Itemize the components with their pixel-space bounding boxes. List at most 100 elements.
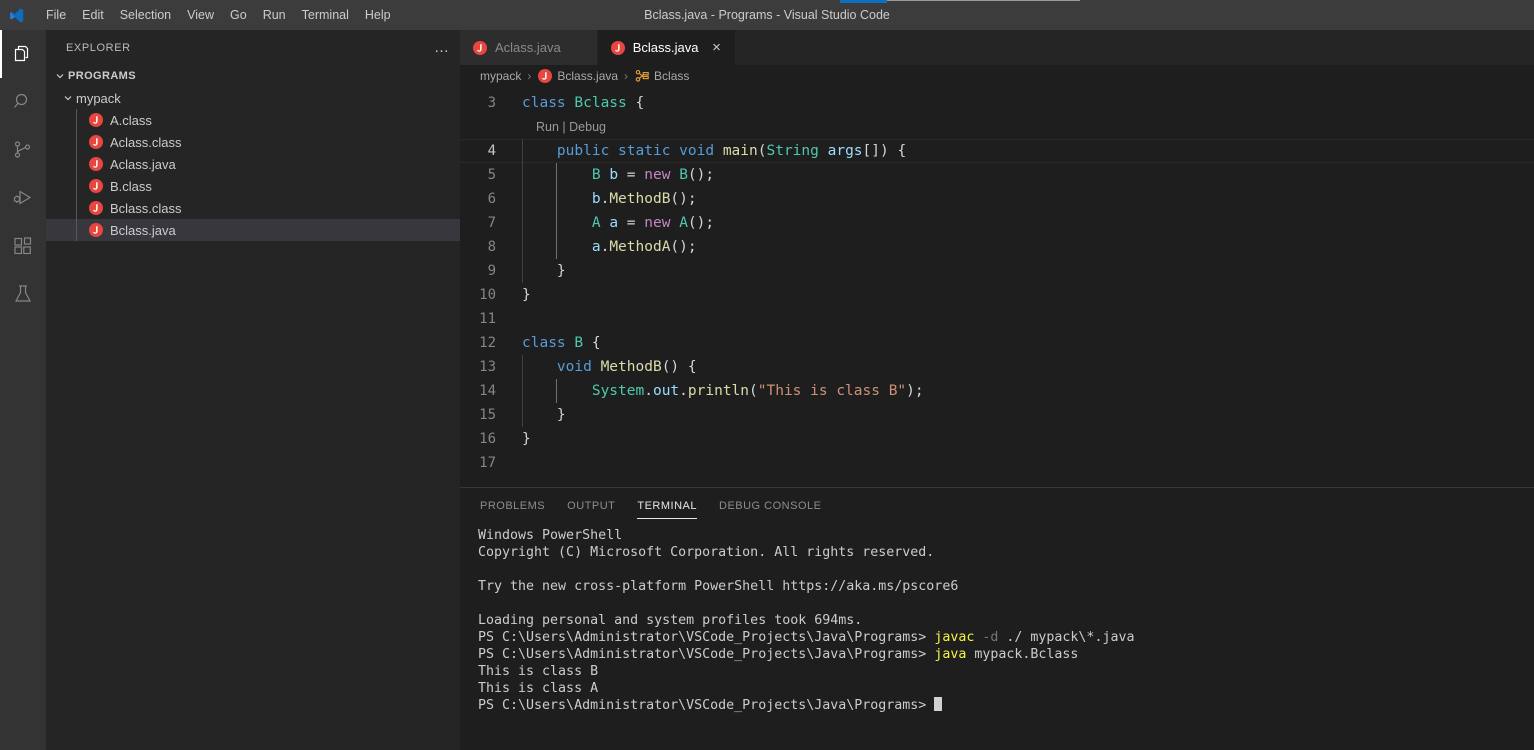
- code-line[interactable]: 5 B b = new B();: [460, 163, 1534, 187]
- activity-extensions[interactable]: [0, 222, 46, 270]
- tab-problems[interactable]: PROBLEMS: [480, 488, 545, 523]
- terminal-line: This is class A: [478, 680, 1534, 697]
- line-number: 13: [479, 359, 496, 375]
- codelens-run-debug: Run | Debug: [460, 115, 1534, 139]
- breadcrumb-item-bclass-java[interactable]: Bclass.java: [537, 68, 618, 84]
- code-token: void: [679, 143, 715, 159]
- code-line[interactable]: 9 }: [460, 259, 1534, 283]
- line-number: 9: [487, 263, 496, 279]
- code-line[interactable]: 12 class B {: [460, 331, 1534, 355]
- code-line[interactable]: 8 a.MethodA();: [460, 235, 1534, 259]
- code-line[interactable]: 3 class Bclass {: [460, 91, 1534, 115]
- explorer-title: EXPLORER: [66, 41, 131, 54]
- code-line[interactable]: 6 b.MethodB();: [460, 187, 1534, 211]
- code-line-text: System.out.println("This is class B");: [522, 379, 1534, 403]
- file-tree: PROGRAMS mypack A.class Aclass.class Acl…: [46, 65, 460, 241]
- code-token: args: [827, 143, 863, 159]
- menu-item-selection[interactable]: Selection: [112, 0, 179, 30]
- menu-item-terminal[interactable]: Terminal: [294, 0, 357, 30]
- menu-item-go[interactable]: Go: [222, 0, 255, 30]
- tab-label: Aclass.java: [495, 40, 561, 55]
- tree-root-programs[interactable]: PROGRAMS: [46, 65, 460, 87]
- breadcrumb-label: Bclass.java: [557, 69, 619, 83]
- breadcrumb-label: mypack: [480, 69, 522, 83]
- code-line-text: A a = new A();: [522, 211, 1534, 235]
- tab-bclass-java[interactable]: Bclass.java ×: [597, 30, 736, 65]
- tree-file-bclass-java[interactable]: Bclass.java: [46, 219, 460, 241]
- tab-output[interactable]: OUTPUT: [567, 488, 615, 523]
- more-actions-icon[interactable]: …: [434, 40, 450, 55]
- source-control-icon: [11, 138, 35, 162]
- code-token: ();: [687, 167, 715, 183]
- code-token: MethodB: [600, 359, 662, 375]
- indent-guide: [522, 355, 523, 379]
- code-token: B: [574, 335, 584, 351]
- code-token: ();: [670, 239, 697, 255]
- tab-debug-console[interactable]: DEBUG CONSOLE: [719, 488, 821, 523]
- tree-file-label: Aclass.class: [110, 134, 182, 150]
- code-token: main: [722, 143, 758, 159]
- terminal-text: javac: [934, 630, 975, 645]
- code-line[interactable]: 16}: [460, 427, 1534, 451]
- tree-file-a-class[interactable]: A.class: [46, 109, 460, 131]
- tree-file-b-class[interactable]: B.class: [46, 175, 460, 197]
- code-line[interactable]: 10}: [460, 283, 1534, 307]
- java-file-icon: [537, 68, 553, 84]
- terminal-text: This is class A: [478, 681, 599, 696]
- class-symbol-icon: [634, 68, 650, 84]
- code-editor[interactable]: 3 class Bclass {Run | Debug 4 public stati…: [460, 87, 1534, 487]
- code-line[interactable]: 11: [460, 307, 1534, 331]
- tab-aclass-java[interactable]: Aclass.java ×: [460, 30, 598, 65]
- menu-item-view[interactable]: View: [179, 0, 222, 30]
- activity-run-and-debug[interactable]: [0, 174, 46, 222]
- menu-item-run[interactable]: Run: [255, 0, 294, 30]
- terminal-text: PS C:\Users\Administrator\VSCode_Project…: [478, 698, 935, 713]
- code-line[interactable]: 4 public static void main(String args[])…: [460, 139, 1534, 163]
- close-icon[interactable]: ×: [709, 40, 725, 55]
- title-bar: File Edit Selection View Go Run Terminal…: [0, 0, 1534, 30]
- explorer-header: EXPLORER …: [46, 30, 460, 65]
- codelens-run-link[interactable]: Run: [536, 120, 559, 134]
- code-token: []) {: [862, 143, 907, 159]
- code-token: A: [591, 215, 601, 231]
- breadcrumb-separator: ›: [527, 69, 532, 83]
- terminal-line: This is class B: [478, 663, 1534, 680]
- menu-item-edit[interactable]: Edit: [74, 0, 112, 30]
- explorer-sidebar: EXPLORER … PROGRAMS mypack A.class Aclas…: [46, 30, 460, 750]
- breadcrumb-item-bclass-symbol[interactable]: Bclass: [634, 68, 689, 84]
- code-line[interactable]: 15 }: [460, 403, 1534, 427]
- code-line-text: class Bclass {: [522, 91, 1534, 115]
- code-line[interactable]: 14 System.out.println("This is class B")…: [460, 379, 1534, 403]
- code-line[interactable]: 7 A a = new A();: [460, 211, 1534, 235]
- code-token: {: [583, 335, 601, 351]
- activity-explorer[interactable]: [0, 30, 46, 78]
- breadcrumb-item-mypack[interactable]: mypack: [480, 69, 521, 83]
- tree-file-bclass-class[interactable]: Bclass.class: [46, 197, 460, 219]
- tree-folder-mypack[interactable]: mypack: [46, 87, 460, 109]
- code-line[interactable]: 17: [460, 451, 1534, 475]
- activity-search[interactable]: [0, 78, 46, 126]
- activity-source-control[interactable]: [0, 126, 46, 174]
- code-line-text: a.MethodA();: [522, 235, 1534, 259]
- terminal-output[interactable]: Windows PowerShell Copyright (C) Microsof…: [460, 523, 1534, 750]
- run-debug-icon: [11, 186, 35, 210]
- menu-item-file[interactable]: File: [38, 0, 74, 30]
- terminal-line: PS C:\Users\Administrator\VSCode_Project…: [478, 646, 1534, 663]
- tab-terminal[interactable]: TERMINAL: [637, 488, 697, 523]
- tree-file-aclass-class[interactable]: Aclass.class: [46, 131, 460, 153]
- code-token: new: [644, 215, 671, 231]
- codelens-debug-link[interactable]: Debug: [569, 120, 606, 134]
- menu-bar: File Edit Selection View Go Run Terminal…: [38, 0, 399, 30]
- menu-item-help[interactable]: Help: [357, 0, 399, 30]
- breadcrumb: mypack › Bclass.java › Bclass: [460, 65, 1534, 87]
- code-token: ();: [670, 191, 697, 207]
- code-line[interactable]: 13 void MethodB() {: [460, 355, 1534, 379]
- activity-testing[interactable]: [0, 270, 46, 318]
- indent-guide: [522, 211, 523, 235]
- tree-file-aclass-java[interactable]: Aclass.java: [46, 153, 460, 175]
